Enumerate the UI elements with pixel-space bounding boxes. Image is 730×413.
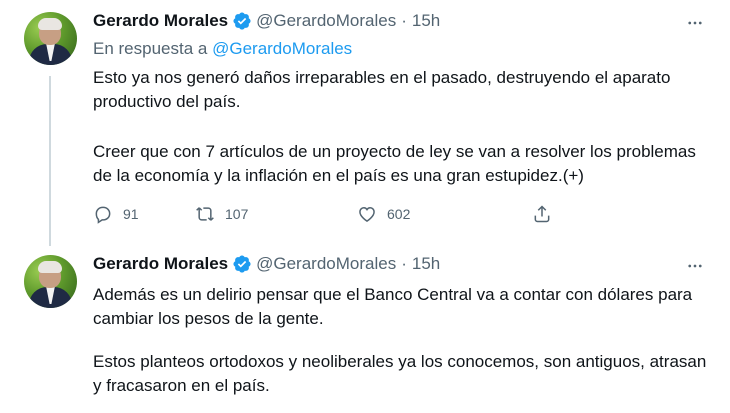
heart-icon [359,206,375,222]
tweet-text: Creer que con 7 artículos de un proyecto… [93,142,696,185]
reply-prefix: En respuesta a [93,39,208,58]
tweet-header: Gerardo Morales @GerardoMorales · 15h [93,11,440,31]
verified-badge-icon [233,12,251,30]
separator-dot: · [401,11,407,30]
more-dots-icon[interactable] [684,12,706,34]
tweet-header: Gerardo Morales @GerardoMorales · 15h [93,254,440,274]
share-icon [534,205,550,223]
author-handle[interactable]: @GerardoMorales [256,11,396,31]
tweet-text: Esto ya nos generó daños irreparables en… [93,68,671,111]
retweet-button[interactable]: 107 [195,204,357,224]
tweet-actions: 91 107 602 [93,204,552,224]
reply-context: En respuesta a @GerardoMorales [93,39,352,59]
tweet-1[interactable]: Gerardo Morales @GerardoMorales · 15h En… [0,0,730,246]
reply-icon [95,206,111,224]
retweet-icon [196,207,214,221]
like-count: 602 [387,206,411,222]
retweet-count: 107 [225,206,249,222]
author-name[interactable]: Gerardo Morales [93,254,228,274]
reply-to-handle[interactable]: @GerardoMorales [212,39,352,58]
avatar[interactable] [24,12,77,65]
share-button[interactable] [532,204,552,224]
author-handle[interactable]: @GerardoMorales [256,254,396,274]
timestamp[interactable]: 15h [412,11,440,31]
tweet-text: Además es un delirio pensar que el Banco… [93,285,693,328]
author-name[interactable]: Gerardo Morales [93,11,228,31]
thread-line [49,76,51,246]
reply-button[interactable]: 91 [93,204,195,224]
tweet-2[interactable]: Gerardo Morales @GerardoMorales · 15h Ad… [0,245,730,413]
timestamp[interactable]: 15h [412,254,440,274]
avatar[interactable] [24,255,77,308]
tweet-text: Estos planteos ortodoxos y neoliberales … [93,352,707,395]
reply-count: 91 [123,206,139,222]
like-button[interactable]: 602 [357,204,532,224]
separator-dot: · [401,254,407,273]
more-dots-icon[interactable] [684,255,706,277]
verified-badge-icon [233,255,251,273]
